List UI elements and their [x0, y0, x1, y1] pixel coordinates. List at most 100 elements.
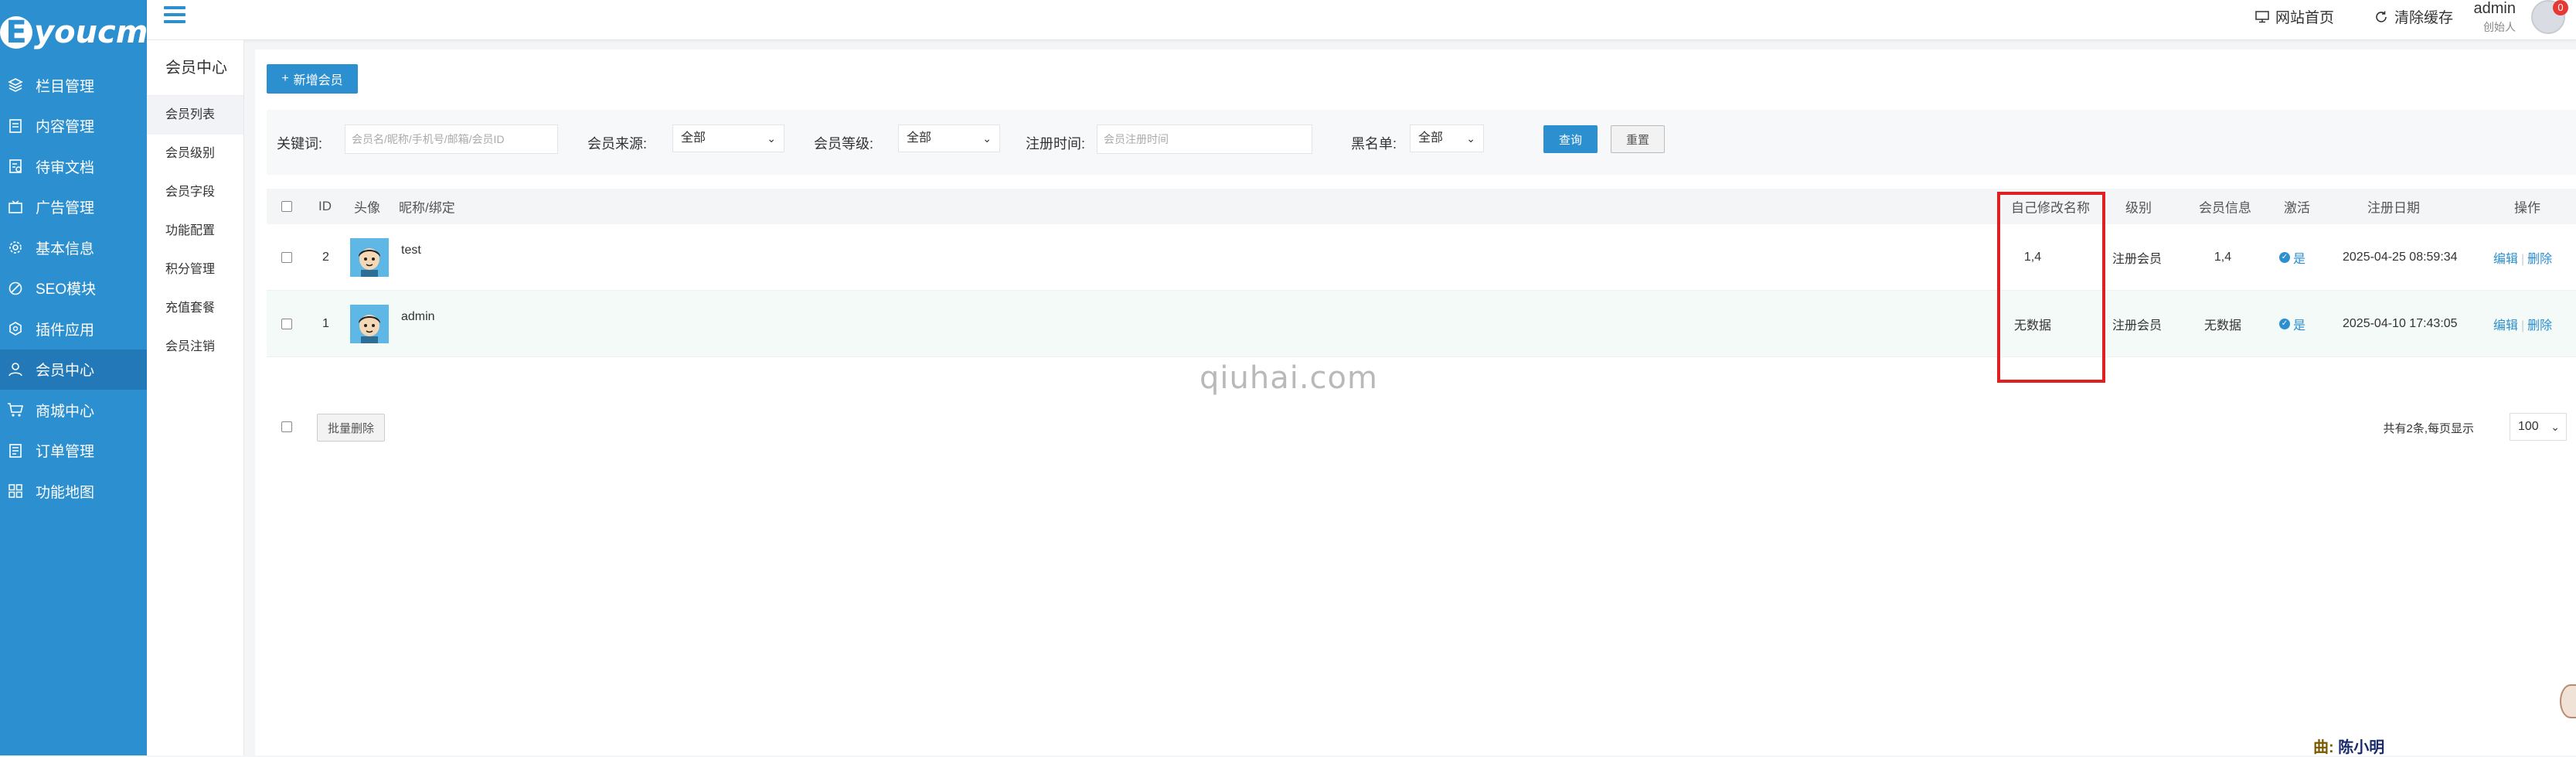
subnav-item-3[interactable]: 功能配置: [147, 212, 243, 251]
row-member-info: 无数据: [2203, 319, 2242, 332]
page-size-value: 100: [2518, 420, 2539, 433]
logo[interactable]: Eyoucms: [0, 0, 166, 65]
table-row: 2 test 1,4 注册会员 1,4 ✓ 是 2025-04-25 08:59:34 编辑 | 删…: [267, 224, 2576, 291]
check-circle-icon: ✓: [2279, 318, 2290, 329]
edit-link[interactable]: 编辑: [2493, 253, 2518, 266]
watermark: qiuhai.com: [1200, 360, 1378, 396]
signature-name: 陈小明: [2338, 739, 2385, 756]
row-active[interactable]: ✓ 是: [2279, 315, 2305, 333]
sidebar-item-10[interactable]: 功能地图: [0, 471, 147, 512]
keyword-input[interactable]: 会员名/昵称/手机号/邮箱/会员ID: [345, 124, 558, 154]
row-level: 注册会员: [2112, 252, 2163, 266]
add-member-button[interactable]: + 新增会员: [267, 64, 358, 94]
subnav-item-4[interactable]: 积分管理: [147, 251, 243, 289]
delete-link[interactable]: 删除: [2527, 253, 2552, 266]
clear-cache-label: 清除缓存: [2394, 10, 2454, 26]
select-all-bottom-checkbox[interactable]: [281, 421, 292, 432]
sidebar-item-label: 订单管理: [36, 444, 95, 461]
seo-icon: [6, 279, 25, 298]
level-select[interactable]: 全部 ⌄: [898, 124, 1000, 152]
highlight-annotation: [1997, 192, 2105, 383]
subnav-item-1[interactable]: 会员级别: [147, 135, 243, 173]
col-member-info: 会员信息: [2199, 200, 2251, 216]
row-id: 2: [322, 250, 329, 264]
grid-icon: [6, 482, 25, 500]
plus-icon: +: [281, 72, 289, 85]
row-active-label: 是: [2293, 319, 2306, 332]
batch-delete-button[interactable]: 批量删除: [317, 414, 385, 442]
select-all-checkbox[interactable]: [281, 201, 292, 212]
sidebar-item-8[interactable]: 商城中心: [0, 390, 147, 431]
user-menu[interactable]: admin 创始人: [2474, 0, 2516, 35]
sidebar-item-4[interactable]: 基本信息: [0, 227, 147, 268]
subnav-item-2[interactable]: 会员字段: [147, 173, 243, 212]
source-select[interactable]: 全部 ⌄: [672, 124, 784, 152]
notification-badge[interactable]: 0: [2553, 0, 2568, 15]
level-select-value: 全部: [907, 131, 932, 145]
subnav-item-5[interactable]: 充值套餐: [147, 289, 243, 328]
search-button[interactable]: 查询: [1543, 125, 1598, 153]
blacklist-select[interactable]: 全部 ⌄: [1410, 124, 1484, 152]
sidebar-item-label: 功能地图: [36, 484, 95, 501]
reset-button[interactable]: 重置: [1611, 125, 1665, 153]
add-member-label: 新增会员: [293, 74, 343, 87]
order-icon: [6, 442, 25, 460]
monitor-icon: [2255, 10, 2269, 22]
blacklist-select-value: 全部: [1418, 131, 1444, 145]
row-nickname: admin: [401, 310, 435, 323]
eyoucms-logo: Eyoucms: [0, 15, 166, 50]
sidebar-item-3[interactable]: 广告管理: [0, 187, 147, 228]
refresh-icon: [2376, 11, 2387, 22]
main-content: + 新增会员 关键词: 会员名/昵称/手机号/邮箱/会员ID 会员来源: 全部 …: [255, 49, 2576, 755]
sidebar-item-1[interactable]: 内容管理: [0, 106, 147, 147]
cart-icon: [6, 401, 25, 419]
row-id: 1: [322, 316, 329, 330]
chevron-down-icon: ⌄: [767, 132, 776, 145]
action-divider: |: [2521, 319, 2525, 332]
sidebar: Eyoucms 栏目管理内容管理待审文档 广告管理基本信息 SEO模块插件应用会员中…: [0, 0, 166, 755]
regtime-input[interactable]: 会员注册时间: [1097, 124, 1312, 154]
site-home-link[interactable]: 网站首页: [2255, 6, 2334, 27]
layers-icon: [6, 76, 25, 94]
col-nickname: 昵称/绑定: [399, 200, 455, 216]
level-label: 会员等级:: [814, 136, 874, 152]
member-subnav: 会员中心 会员列表 会员级别 会员字段 功能配置 积分管理 充值套餐 会员注销: [147, 40, 244, 755]
sidebar-item-7[interactable]: 会员中心: [0, 349, 147, 390]
filter-bar: 关键词: 会员名/昵称/手机号/邮箱/会员ID 会员来源: 全部 ⌄ 会员等级:…: [267, 110, 2576, 175]
table-header: ID 头像 昵称/绑定 自己修改名称 级别 会员信息 激活 注册日期 操作: [267, 189, 2576, 224]
clear-cache-link[interactable]: 清除缓存: [2374, 6, 2453, 27]
sidebar-item-label: 插件应用: [36, 322, 95, 339]
edit-link[interactable]: 编辑: [2493, 319, 2518, 332]
col-id: ID: [318, 199, 332, 213]
delete-link[interactable]: 删除: [2527, 319, 2552, 332]
chevron-down-icon: ⌄: [982, 132, 992, 145]
action-divider: |: [2521, 252, 2525, 266]
row-active[interactable]: ✓ 是: [2279, 248, 2305, 267]
assistant-avatar-icon[interactable]: [2560, 684, 2576, 718]
signature-prefix: 曲:: [2313, 739, 2334, 756]
sidebar-item-6[interactable]: 插件应用: [0, 309, 147, 350]
review-icon: [6, 157, 25, 176]
sidebar-item-label: 基本信息: [36, 240, 95, 257]
subnav-item-0[interactable]: 会员列表: [147, 96, 243, 135]
sidebar-item-2[interactable]: 待审文档: [0, 146, 147, 187]
row-checkbox[interactable]: [281, 251, 292, 263]
check-circle-icon: ✓: [2279, 251, 2290, 263]
sidebar-item-0[interactable]: 栏目管理: [0, 65, 147, 106]
subnav-item-6[interactable]: 会员注销: [147, 328, 243, 367]
user-role: 创始人: [2483, 21, 2516, 33]
sidebar-item-label: 内容管理: [36, 119, 95, 136]
row-actions: 编辑 | 删除: [2493, 315, 2552, 333]
row-active-label: 是: [2293, 252, 2306, 266]
col-actions: 操作: [2514, 200, 2540, 216]
sidebar-item-9[interactable]: 订单管理: [0, 431, 147, 472]
row-member-info: 1,4: [2214, 250, 2232, 264]
page-size-select[interactable]: 100 ⌄: [2510, 413, 2567, 441]
sidebar-item-label: SEO模块: [36, 281, 97, 298]
menu-toggle-icon[interactable]: [164, 6, 185, 25]
sidebar-item-5[interactable]: SEO模块: [0, 268, 147, 309]
row-checkbox[interactable]: [281, 318, 292, 329]
row-level: 注册会员: [2112, 319, 2163, 332]
site-home-label: 网站首页: [2275, 10, 2335, 26]
topbar: 网站首页 清除缓存 admin 创始人 0: [147, 0, 2576, 40]
